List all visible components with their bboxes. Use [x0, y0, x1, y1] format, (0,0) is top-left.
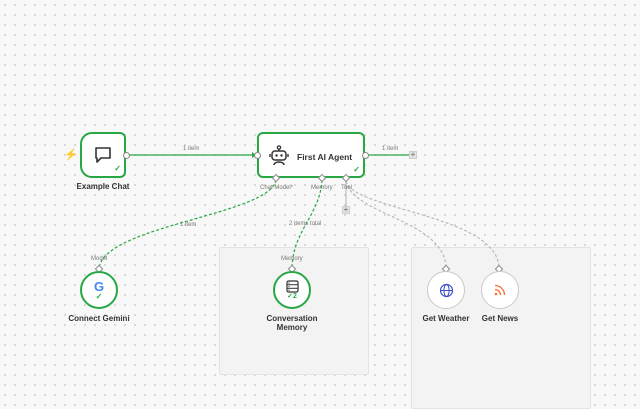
agent-output-handle[interactable] — [362, 152, 369, 159]
news-tool-node[interactable] — [481, 271, 519, 309]
add-tool-plus-icon[interactable]: + — [342, 206, 350, 214]
agent-node-title: First AI Agent — [297, 152, 353, 162]
chat-model-port-label: Chat Model* — [260, 185, 294, 191]
edge-label-chat-agent: 1 item — [183, 146, 200, 152]
checkmark-icon: ✓ — [114, 164, 121, 173]
memory-run-count: ✓2 — [287, 293, 297, 301]
robot-icon — [269, 145, 289, 166]
agent-input-handle[interactable] — [254, 152, 261, 159]
chat-trigger-node[interactable]: ✓ — [80, 132, 126, 178]
chat-output-handle[interactable] — [123, 152, 130, 159]
edge-label-model: 1 item — [180, 222, 197, 228]
memory-port-label: Memory — [311, 185, 333, 191]
weather-tool-node[interactable] — [427, 271, 465, 309]
memory-node[interactable]: ✓2 — [273, 271, 311, 309]
edge-label-memory: 2 items total — [289, 221, 322, 227]
chat-node-label: Example Chat — [76, 182, 130, 191]
connections-layer — [98, 152, 500, 269]
gemini-node-label: Connect Gemini — [68, 314, 130, 323]
lightning-icon: ⚡ — [64, 149, 78, 161]
edge-label-agent-out: 1 item — [382, 146, 399, 152]
chat-bubble-icon — [95, 147, 111, 163]
ai-agent-node[interactable]: First AI Agent ✓ — [257, 132, 365, 178]
memory-run-count-value: 2 — [292, 292, 297, 300]
memory-node-label-line2: Memory — [276, 323, 308, 332]
edge-tool-news[interactable] — [345, 180, 500, 269]
add-output-plus-icon[interactable]: + — [409, 151, 417, 159]
memory-node-label-line1: Conversation — [266, 314, 318, 323]
memory-node-port-label: Memory — [281, 256, 303, 262]
gemini-model-node[interactable]: G ✓ — [80, 271, 118, 309]
checkmark-icon: ✓ — [95, 291, 103, 301]
checkmark-icon: ✓ — [353, 165, 360, 174]
database-icon — [285, 279, 299, 293]
rss-icon — [494, 284, 506, 296]
tool-port-label: Tool — [341, 185, 353, 191]
gemini-port-label: Model — [91, 256, 108, 262]
news-node-label: Get News — [481, 314, 519, 323]
google-g-icon: G — [93, 278, 105, 294]
globe-icon — [439, 283, 453, 297]
